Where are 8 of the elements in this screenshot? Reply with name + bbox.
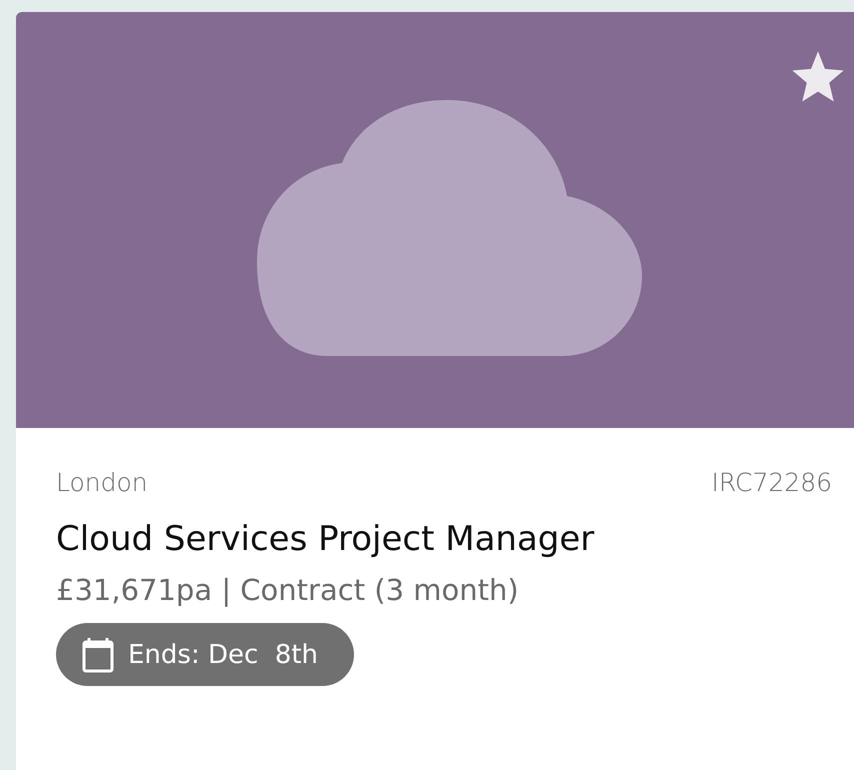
cloud-icon	[257, 100, 643, 356]
job-location: London	[56, 468, 148, 497]
job-title: Cloud Services Project Manager	[56, 519, 596, 559]
job-reference: IRC72286	[712, 468, 832, 497]
job-card[interactable]: London IRC72286 Cloud Services Project Manager £31,671pa | Contract (3 month) Ends: Dec 8th	[16, 12, 854, 770]
job-details: £31,671pa | Contract (3 month)	[56, 573, 520, 607]
calendar-icon	[82, 636, 114, 672]
end-date-text: Ends: Dec 8th	[128, 640, 318, 670]
